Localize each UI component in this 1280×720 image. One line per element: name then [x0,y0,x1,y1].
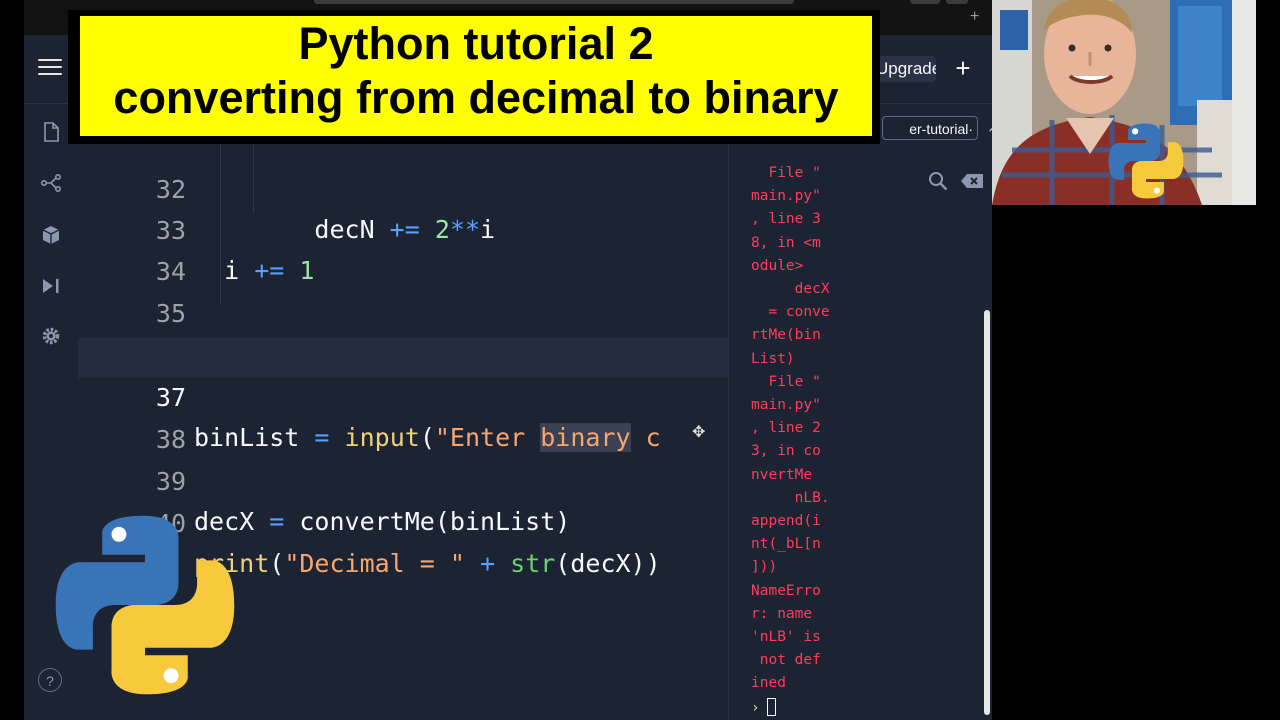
browser-tab-pill[interactable] [946,0,968,4]
code-line[interactable]: 39 decX = convertMe(binList) [78,422,728,536]
settings-icon[interactable] [41,326,61,346]
add-button[interactable]: + [950,55,976,81]
title-banner-inner: Python tutorial 2 converting from decima… [80,16,872,136]
title-line-1: Python tutorial 2 [298,18,654,69]
code-line[interactable]: 38 [78,380,728,454]
browser-tab[interactable] [314,0,794,4]
debugger-icon[interactable] [41,276,61,296]
clear-console-icon[interactable] [960,173,984,189]
title-banner: Python tutorial 2 converting from decima… [68,10,880,144]
code-line[interactable]: 33 i += 1 [78,171,728,285]
version-control-icon[interactable] [41,173,61,193]
files-icon[interactable] [41,122,61,142]
code-line[interactable]: 35 return decN [78,254,728,368]
python-logo-icon [55,515,235,695]
code-text: decX = convertMe(binList) [194,507,571,536]
pane-resize-handle[interactable] [728,104,742,720]
code-line[interactable]: 40 print("Decimal = " + str(decX)) [78,464,728,578]
black-background [992,205,1280,720]
console-error-output: File " main.py" , line 3 8, in <m odule>… [751,165,830,692]
move-cursor-icon: ✥ [692,424,706,441]
python-logo-small-icon [1108,123,1184,199]
console-prompt: › [751,700,760,716]
console-cursor [767,698,776,716]
packages-icon[interactable] [41,225,61,245]
code-line[interactable]: 34 [78,212,728,286]
code-line[interactable]: 36 [78,296,728,370]
console-pane[interactable]: File " main.py" , line 3 8, in <m odule>… [741,104,992,720]
code-line-active[interactable]: 37 binList = input("Enter binary c [78,338,728,452]
browser-tab-pill[interactable] [910,0,940,4]
title-line-2: converting from decimal to binary [113,72,839,123]
console-scrollbar[interactable] [984,310,990,715]
hamburger-menu-icon[interactable] [38,59,62,77]
console-url-tab[interactable]: er-tutorial· [882,116,978,140]
code-text: print("Decimal = " + str(decX)) [194,549,661,578]
search-icon[interactable] [928,171,948,191]
new-tab-button[interactable]: + [970,8,979,26]
